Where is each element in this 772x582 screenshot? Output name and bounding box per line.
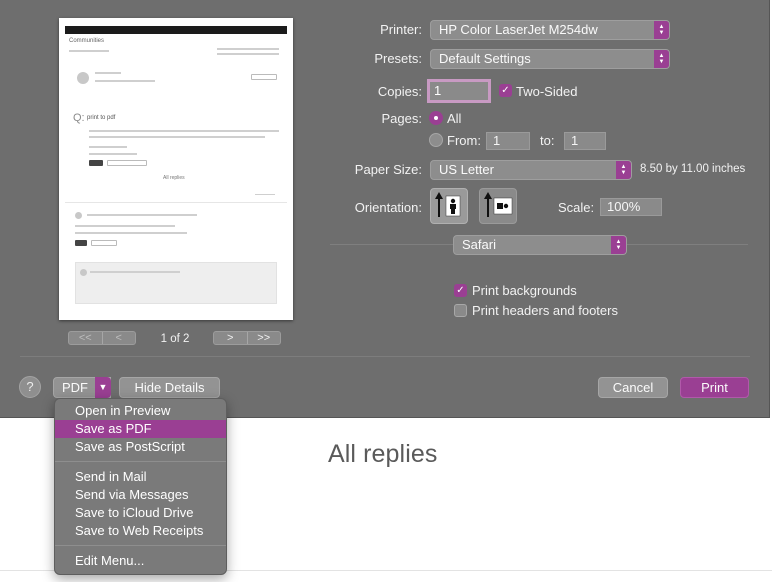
preview-same-question-button (107, 160, 147, 166)
bottom-divider (20, 356, 750, 357)
pages-all-radio[interactable] (429, 111, 443, 125)
print-headers-footers-label: Print headers and footers (472, 303, 618, 318)
presets-popup[interactable]: Default Settings ▲ ▼ (430, 49, 670, 69)
scale-label: Scale: (558, 200, 595, 215)
menu-item-save-to-web-receipts[interactable]: Save to Web Receipts (55, 522, 226, 540)
preview-text-line (89, 136, 265, 138)
preview-avatar (80, 269, 87, 276)
menu-item-save-to-icloud-drive[interactable]: Save to iCloud Drive (55, 504, 226, 522)
portrait-orientation-icon (435, 192, 461, 217)
preview-follow-button (251, 74, 277, 80)
landscape-orientation-icon (484, 192, 513, 217)
next-page-button[interactable]: > (214, 332, 247, 344)
checkmark-icon: ✓ (501, 85, 510, 96)
preview-question-mark: Q: (73, 112, 85, 124)
paper-size-value: US Letter (439, 162, 494, 177)
preview-text-line (217, 53, 279, 55)
last-page-button[interactable]: >> (247, 332, 280, 344)
copies-label: Copies: (377, 84, 422, 99)
checkmark-icon: ✓ (456, 285, 465, 296)
preview-separator (65, 202, 287, 203)
preview-text-line (89, 146, 127, 148)
up-down-chevron-icon: ▲ ▼ (616, 161, 631, 179)
next-last-page-buttons[interactable]: > >> (213, 331, 281, 345)
orientation-label: Orientation: (354, 200, 422, 215)
two-sided-checkbox[interactable]: ✓ (499, 84, 512, 97)
chevron-down-icon[interactable]: ▼ (95, 377, 111, 398)
print-backgrounds-label: Print backgrounds (472, 283, 577, 298)
print-button[interactable]: Print (680, 377, 749, 398)
preview-text-line (255, 194, 275, 195)
print-dialog: Communities Q: print to pdf All replies … (0, 0, 770, 418)
paper-size-dimensions: 8.50 by 11.00 inches (640, 163, 746, 175)
preview-text-line (89, 130, 279, 132)
menu-item-edit-menu[interactable]: Edit Menu... (55, 552, 226, 570)
preview-all-replies: All replies (163, 175, 185, 181)
menu-item-save-as-postscript[interactable]: Save as PostScript (55, 438, 226, 456)
up-down-chevron-icon: ▲ ▼ (611, 236, 626, 254)
menu-item-send-via-messages[interactable]: Send via Messages (55, 486, 226, 504)
printer-label: Printer: (380, 22, 422, 37)
pages-from-radio[interactable] (429, 133, 443, 147)
background-heading: All replies (328, 440, 438, 468)
preview-text-line (69, 50, 109, 52)
preview-text-line (95, 80, 155, 82)
preview-text-line (87, 214, 197, 216)
paper-size-label: Paper Size: (354, 162, 422, 177)
scale-input[interactable]: 100% (600, 198, 662, 216)
copies-input[interactable]: 1 (427, 79, 491, 103)
preview-reply-box (75, 262, 277, 304)
preview-text-line (75, 225, 175, 227)
pages-to-label-text: to: (540, 133, 555, 148)
preview-site-title: Communities (69, 38, 105, 44)
preview-text-line (217, 48, 279, 50)
printer-value: HP Color LaserJet M254dw (439, 22, 598, 37)
preview-reply-button (89, 160, 103, 166)
pages-label: Pages: (381, 111, 422, 126)
preview-text-line (89, 153, 137, 155)
page-indicator: 1 of 2 (160, 333, 190, 345)
portrait-orientation-button[interactable] (430, 188, 468, 224)
pages-from-label: From: (447, 133, 481, 148)
print-headers-footers-checkbox[interactable] (454, 304, 467, 317)
first-previous-page-buttons[interactable]: << < (68, 331, 136, 345)
pdf-menu: Open in Preview Save as PDF Save as Post… (54, 398, 227, 575)
previous-page-button[interactable]: < (102, 332, 135, 344)
help-button[interactable]: ? (19, 376, 41, 398)
paper-size-popup[interactable]: US Letter ▲ ▼ (430, 160, 632, 180)
print-preview-page: Communities Q: print to pdf All replies (59, 18, 293, 320)
pages-from-input[interactable]: 1 (486, 132, 530, 150)
first-page-button[interactable]: << (69, 332, 102, 344)
preview-reply-button (75, 240, 87, 246)
cancel-button[interactable]: Cancel (598, 377, 668, 398)
up-down-chevron-icon: ▲ ▼ (654, 50, 669, 68)
pages-all-label: All (447, 111, 462, 126)
presets-value: Default Settings (439, 51, 531, 66)
up-down-chevron-icon: ▲ ▼ (654, 21, 669, 39)
preview-text-line (95, 72, 121, 74)
preview-text-line (75, 232, 187, 234)
pages-to-input[interactable]: 1 (564, 132, 606, 150)
menu-item-save-as-pdf[interactable]: Save as PDF (55, 420, 226, 438)
menu-separator (55, 461, 226, 462)
app-options-popup[interactable]: Safari ▲ ▼ (453, 235, 627, 255)
app-options-value: Safari (462, 237, 496, 252)
preview-avatar (75, 212, 82, 219)
preview-helpful-button (91, 240, 117, 246)
menu-separator (55, 545, 226, 546)
menu-item-open-in-preview[interactable]: Open in Preview (55, 402, 226, 420)
radio-dot-icon (434, 116, 438, 120)
two-sided-label: Two-Sided (516, 84, 578, 99)
hide-details-button[interactable]: Hide Details (119, 377, 220, 398)
preview-question-title: print to pdf (87, 115, 116, 121)
preview-site-navbar (65, 26, 287, 34)
preview-text-line (90, 271, 180, 273)
menu-item-send-in-mail[interactable]: Send in Mail (55, 468, 226, 486)
presets-label: Presets: (374, 51, 422, 66)
preview-avatar (77, 72, 89, 84)
landscape-orientation-button[interactable] (479, 188, 517, 224)
printer-popup[interactable]: HP Color LaserJet M254dw ▲ ▼ (430, 20, 670, 40)
print-backgrounds-checkbox[interactable]: ✓ (454, 284, 467, 297)
